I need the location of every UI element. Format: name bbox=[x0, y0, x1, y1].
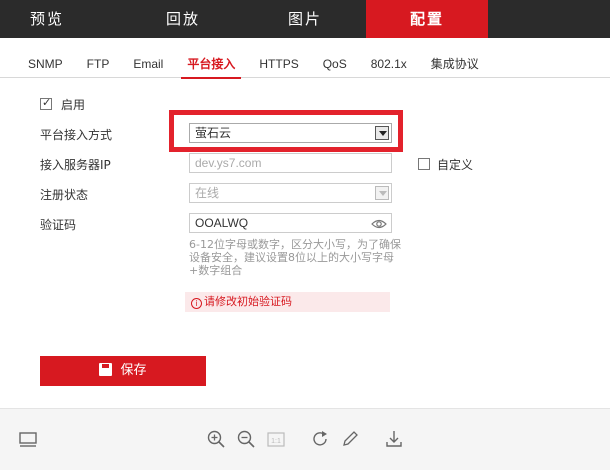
actual-size-icon: 1:1 bbox=[266, 429, 286, 449]
verify-code-label: 验证码 bbox=[40, 218, 77, 232]
svg-text:1:1: 1:1 bbox=[271, 438, 281, 445]
tab-preview[interactable]: 预览 bbox=[0, 0, 122, 38]
subtab-platform-access[interactable]: 平台接入 bbox=[175, 50, 247, 79]
server-ip-label: 接入服务器IP bbox=[40, 158, 111, 172]
error-text: 请修改初始验证码 bbox=[204, 295, 292, 308]
bottom-toolbar: 1:1 bbox=[0, 408, 610, 470]
subtab-snmp[interactable]: SNMP bbox=[16, 50, 75, 78]
save-icon bbox=[99, 363, 113, 376]
zoom-in-icon[interactable] bbox=[206, 429, 226, 449]
subtab-email[interactable]: Email bbox=[121, 50, 175, 78]
enable-checkbox[interactable] bbox=[40, 96, 52, 110]
verify-code-hint: 6-12位字母或数字，区分大小写，为了确保设备安全，建议设置8位以上的大小写字母… bbox=[189, 238, 401, 277]
sub-tab-bar: SNMP FTP Email 平台接入 HTTPS QoS 802.1x 集成协… bbox=[0, 50, 610, 79]
rotate-icon[interactable] bbox=[310, 429, 330, 449]
pencil-icon[interactable] bbox=[340, 429, 360, 449]
tab-configuration[interactable]: 配置 bbox=[366, 0, 488, 38]
eye-icon[interactable] bbox=[371, 216, 387, 230]
info-icon: i bbox=[191, 298, 202, 309]
register-status-select: 在线 bbox=[189, 183, 392, 203]
subtab-8021x[interactable]: 802.1x bbox=[359, 50, 419, 78]
error-message: i 请修改初始验证码 bbox=[185, 292, 390, 312]
top-navigation: 预览 回放 图片 配置 bbox=[0, 0, 610, 38]
highlight-annotation bbox=[169, 110, 403, 152]
zoom-out-icon[interactable] bbox=[236, 429, 256, 449]
enable-label: 启用 bbox=[61, 98, 86, 112]
subtab-https[interactable]: HTTPS bbox=[247, 50, 310, 78]
register-status-value: 在线 bbox=[195, 186, 220, 200]
subtab-ftp[interactable]: FTP bbox=[75, 50, 122, 78]
save-button[interactable]: 保存 bbox=[40, 356, 206, 386]
verify-code-value: OOALWQ bbox=[195, 216, 249, 230]
subtab-qos[interactable]: QoS bbox=[311, 50, 359, 78]
server-ip-field[interactable]: dev.ys7.com bbox=[189, 153, 392, 173]
save-button-label: 保存 bbox=[120, 363, 147, 378]
access-mode-label: 平台接入方式 bbox=[40, 128, 113, 142]
subtab-integration-protocol[interactable]: 集成协议 bbox=[419, 50, 491, 78]
custom-label: 自定义 bbox=[437, 158, 474, 172]
tab-playback[interactable]: 回放 bbox=[122, 0, 244, 38]
layout-icon[interactable] bbox=[18, 429, 38, 449]
custom-checkbox[interactable] bbox=[418, 158, 430, 170]
chevron-down-icon bbox=[375, 186, 389, 200]
register-status-label: 注册状态 bbox=[40, 188, 89, 202]
verify-code-field[interactable]: OOALWQ bbox=[189, 213, 392, 233]
download-icon[interactable] bbox=[384, 429, 404, 449]
tab-picture[interactable]: 图片 bbox=[244, 0, 366, 38]
